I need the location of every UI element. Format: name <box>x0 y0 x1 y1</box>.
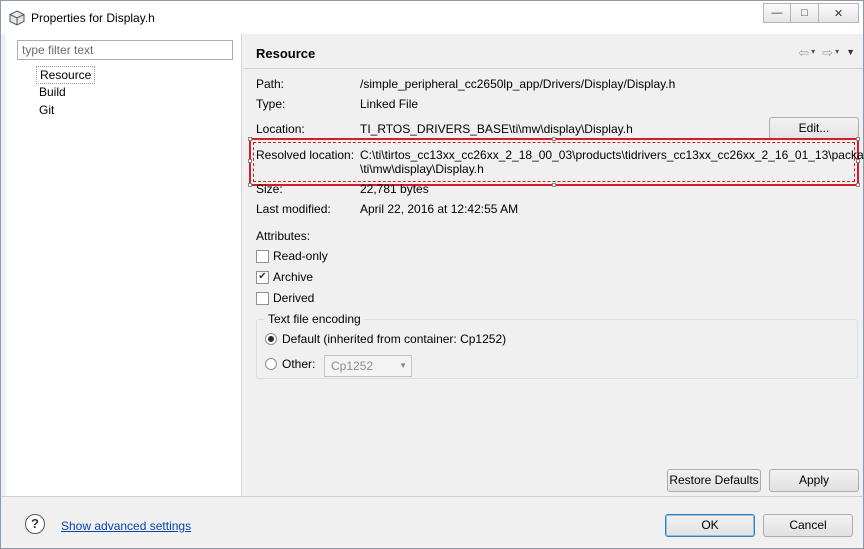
forward-arrow-icon[interactable]: ⇨ <box>822 45 833 61</box>
eclipse-app-icon <box>9 10 25 26</box>
property-page-tree: Resource Build Git <box>36 66 96 120</box>
resolved-location-value-line2: \ti\mw\display\Display.h <box>360 162 484 176</box>
resolved-location-highlight <box>248 137 860 187</box>
apply-button[interactable]: Apply <box>769 469 859 492</box>
size-value: 22,781 bytes <box>360 182 429 196</box>
navigation-pane: Resource Build Git <box>6 34 242 496</box>
archive-checkbox[interactable]: ✔ <box>256 270 269 284</box>
header-divider <box>243 68 863 69</box>
page-title: Resource <box>256 46 316 61</box>
highlight-handle <box>248 183 252 187</box>
other-encoding-label: Other: <box>282 357 316 371</box>
size-label: Size: <box>256 182 283 196</box>
page-navigation: ⇦ ▾ ⇨ ▾ ▼ <box>798 45 855 61</box>
other-encoding-radio[interactable] <box>265 358 277 370</box>
restore-defaults-button[interactable]: Restore Defaults <box>667 469 761 492</box>
page-header: Resource ⇦ ▾ ⇨ ▾ ▼ <box>243 34 863 68</box>
highlight-handle <box>248 159 252 163</box>
cancel-button[interactable]: Cancel <box>763 514 853 537</box>
window-controls: — □ ✕ <box>763 3 859 23</box>
title-bar: Properties for Display.h — □ ✕ <box>1 1 863 34</box>
path-label: Path: <box>256 77 285 91</box>
help-icon[interactable]: ? <box>25 514 45 534</box>
encoding-group-title: Text file encoding <box>265 312 364 326</box>
last-modified-label: Last modified: <box>256 202 331 216</box>
archive-checkbox-row[interactable]: ✔ Archive <box>256 269 313 285</box>
path-value: /simple_peripheral_cc2650lp_app/Drivers/… <box>360 77 676 91</box>
resource-page: Resource ⇦ ▾ ⇨ ▾ ▼ Path: /simple_periphe… <box>243 34 864 496</box>
text-file-encoding-group: Text file encoding Default (inherited fr… <box>256 312 858 379</box>
highlight-handle <box>856 183 860 187</box>
filter-input[interactable] <box>17 40 233 60</box>
type-value: Linked File <box>360 97 419 111</box>
highlight-handle <box>552 137 556 141</box>
view-menu-icon[interactable]: ▼ <box>846 47 855 61</box>
window-title: Properties for Display.h <box>31 11 155 25</box>
resolved-location-value-line1: C:\ti\tirtos_cc13xx_cc26xx_2_18_00_03\pr… <box>360 148 864 162</box>
chevron-down-icon: ▼ <box>399 361 407 370</box>
attributes-label: Attributes: <box>256 229 311 243</box>
type-label: Type: <box>256 97 286 111</box>
location-value: TI_RTOS_DRIVERS_BASE\ti\mw\display\Displ… <box>360 122 633 136</box>
encoding-select-value: Cp1252 <box>331 359 374 373</box>
close-button[interactable]: ✕ <box>819 3 859 23</box>
archive-label: Archive <box>273 270 314 284</box>
read-only-checkbox[interactable] <box>256 249 269 263</box>
derived-label: Derived <box>273 291 315 305</box>
last-modified-value: April 22, 2016 at 12:42:55 AM <box>360 202 519 216</box>
back-dropdown-icon[interactable]: ▾ <box>811 47 815 61</box>
read-only-checkbox-row[interactable]: Read-only <box>256 248 328 264</box>
default-encoding-label: Default (inherited from container: Cp125… <box>282 332 507 346</box>
derived-checkbox[interactable] <box>256 291 269 305</box>
edit-location-button[interactable]: Edit... <box>769 117 859 139</box>
highlight-handle <box>248 137 252 141</box>
highlight-handle <box>552 183 556 187</box>
show-advanced-settings-link[interactable]: Show advanced settings <box>61 519 191 533</box>
default-encoding-radio[interactable] <box>265 333 277 345</box>
properties-dialog: Properties for Display.h — □ ✕ Resource … <box>0 0 864 549</box>
minimize-button[interactable]: — <box>763 3 791 23</box>
tree-item-resource[interactable]: Resource <box>36 66 96 84</box>
maximize-button[interactable]: □ <box>791 3 819 23</box>
tree-item-git[interactable]: Git <box>36 103 57 117</box>
encoding-select[interactable]: Cp1252 ▼ <box>324 355 412 377</box>
read-only-label: Read-only <box>273 249 328 263</box>
other-encoding-option[interactable]: Other: <box>265 357 315 371</box>
resolved-location-label: Resolved location: <box>256 148 355 162</box>
back-arrow-icon[interactable]: ⇦ <box>798 45 809 61</box>
footer-divider <box>1 496 863 497</box>
highlight-handle <box>856 137 860 141</box>
forward-dropdown-icon[interactable]: ▾ <box>835 47 839 61</box>
default-encoding-option[interactable]: Default (inherited from container: Cp125… <box>265 332 506 346</box>
tree-item-build[interactable]: Build <box>36 85 69 99</box>
derived-checkbox-row[interactable]: Derived <box>256 290 314 306</box>
location-label: Location: <box>256 122 305 136</box>
ok-button[interactable]: OK <box>665 514 755 537</box>
